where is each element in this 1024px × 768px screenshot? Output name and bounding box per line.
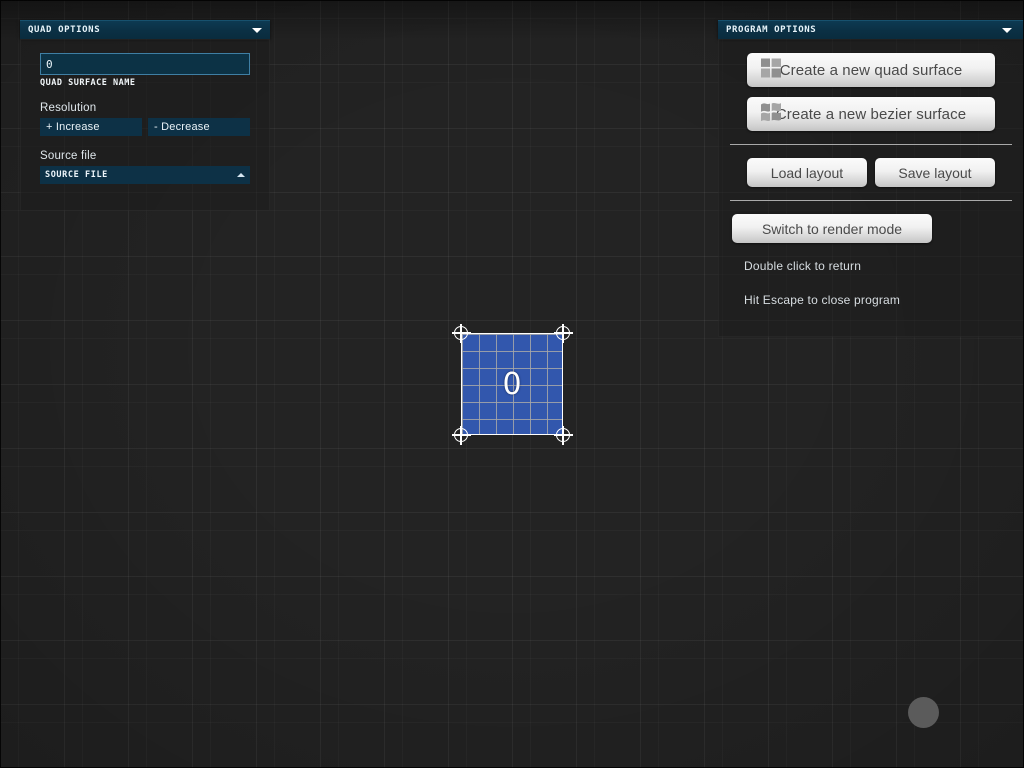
- source-file-selected-value: SOURCE FILE: [45, 170, 108, 180]
- quad-options-header[interactable]: QUAD OPTIONS: [20, 20, 270, 39]
- resolution-decrease-button[interactable]: - Decrease: [148, 118, 250, 136]
- chevron-down-icon[interactable]: [1002, 27, 1012, 33]
- quad-options-panel: QUAD OPTIONS 0 QUAD SURFACE NAME Resolut…: [20, 20, 270, 211]
- create-bezier-surface-label: Create a new bezier surface: [775, 105, 967, 123]
- hint-escape: Hit Escape to close program: [744, 293, 901, 307]
- crosshair-handle-icon: [556, 428, 570, 442]
- program-options-title: PROGRAM OPTIONS: [726, 25, 817, 35]
- switch-render-mode-button[interactable]: Switch to render mode: [732, 214, 932, 243]
- panel-divider-lower: [730, 200, 1012, 201]
- quad-options-title: QUAD OPTIONS: [28, 25, 101, 35]
- resolution-controls: + Increase - Decrease: [40, 118, 250, 136]
- quad-handle-bottom-right[interactable]: [553, 425, 573, 445]
- program-options-panel: PROGRAM OPTIONS Create a new quad surfac…: [718, 20, 1024, 337]
- panel-divider-upper: [730, 144, 1012, 145]
- quad-surface-name-caption: QUAD SURFACE NAME: [40, 78, 136, 88]
- save-layout-button[interactable]: Save layout: [875, 158, 995, 187]
- source-file-label: Source file: [40, 150, 97, 162]
- cursor-dot: [908, 697, 939, 728]
- application-window: 0 QUAD OPTIONS 0 QUAD SURFACE NAME Resol…: [0, 0, 1024, 768]
- quad-handle-top-right[interactable]: [553, 323, 573, 343]
- crosshair-handle-icon: [454, 428, 468, 442]
- quad-surface-object[interactable]: 0: [451, 323, 573, 445]
- program-options-body: Create a new quad surface Create a new b…: [718, 39, 1024, 337]
- quad-surface-name-input[interactable]: 0: [40, 53, 250, 75]
- bezier-surface-icon: [761, 103, 781, 126]
- layout-button-row: Load layout Save layout: [747, 158, 995, 187]
- chevron-down-icon[interactable]: [252, 27, 262, 33]
- create-quad-surface-button[interactable]: Create a new quad surface: [747, 53, 995, 87]
- quad-surface-name-value: 0: [46, 57, 53, 71]
- quad-surface-label: 0: [502, 366, 522, 402]
- resolution-label: Resolution: [40, 102, 97, 114]
- quad-handle-top-left[interactable]: [451, 323, 471, 343]
- quad-options-body: 0 QUAD SURFACE NAME Resolution + Increas…: [20, 39, 270, 211]
- load-layout-button[interactable]: Load layout: [747, 158, 867, 187]
- hint-double-click: Double click to return: [744, 259, 862, 273]
- chevron-up-icon: [237, 173, 245, 177]
- crosshair-handle-icon: [556, 326, 570, 340]
- program-options-header[interactable]: PROGRAM OPTIONS: [718, 20, 1024, 39]
- source-file-dropdown[interactable]: SOURCE FILE: [40, 166, 250, 184]
- quad-surface-icon: [761, 58, 781, 82]
- create-quad-surface-label: Create a new quad surface: [779, 61, 963, 79]
- quad-handle-bottom-left[interactable]: [451, 425, 471, 445]
- resolution-increase-button[interactable]: + Increase: [40, 118, 142, 136]
- crosshair-handle-icon: [454, 326, 468, 340]
- create-bezier-surface-button[interactable]: Create a new bezier surface: [747, 97, 995, 131]
